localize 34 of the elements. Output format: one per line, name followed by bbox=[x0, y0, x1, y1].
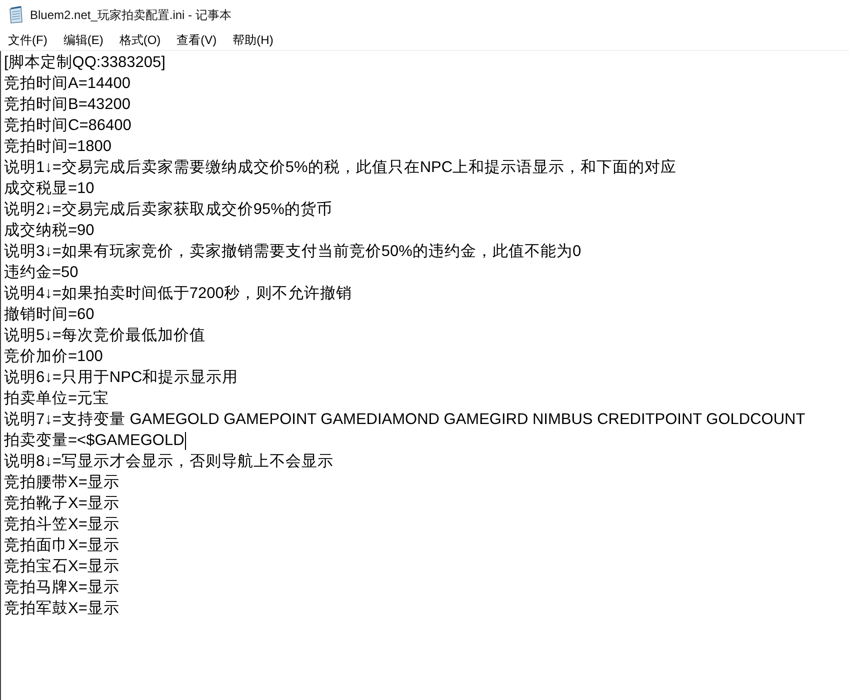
text-line: 拍卖单位=元宝 bbox=[4, 389, 110, 409]
text-line: 说明4↓=如果拍卖时间低于7200秒，则不允许撤销 bbox=[4, 284, 352, 304]
menu-item[interactable]: 文件(F) bbox=[8, 31, 48, 49]
text-line: 竞拍面巾X=显示 bbox=[4, 536, 120, 556]
text-line: 违约金=50 bbox=[4, 263, 78, 283]
text-line: 竞拍腰带X=显示 bbox=[4, 473, 120, 493]
menu-item[interactable]: 格式(O) bbox=[119, 31, 161, 49]
text-line: 撤销时间=60 bbox=[4, 305, 94, 325]
text-line: 竞价加价=100 bbox=[4, 347, 103, 367]
text-line: 说明8↓=写显示才会显示，否则导航上不会显示 bbox=[4, 452, 334, 472]
text-line: 竞拍宝石X=显示 bbox=[4, 557, 120, 577]
text-line: 说明2↓=交易完成后卖家获取成交价95%的货币 bbox=[4, 200, 332, 220]
text-line: 竞拍军鼓X=显示 bbox=[4, 599, 120, 619]
text-line: 说明7↓=支持变量 GAMEGOLD GAMEPOINT GAMEDIAMOND GAMEGIRD NIMBUS CREDITPOINT GOLDCOUNT bbox=[4, 410, 806, 430]
text-line: 竞拍时间A=14400 bbox=[4, 74, 130, 94]
text-line: 竞拍马牌X=显示 bbox=[4, 578, 120, 598]
text-line: 说明1↓=交易完成后卖家需要缴纳成交价5%的税，此值只在NPC上和提示语显示，和下面的对应 bbox=[4, 158, 677, 178]
text-line: 竞拍时间=1800 bbox=[4, 137, 112, 157]
text-line: 成交纳税=90 bbox=[4, 221, 94, 241]
menu-item[interactable]: 帮助(H) bbox=[232, 31, 274, 49]
text-line: 成交税显=10 bbox=[4, 179, 94, 199]
text-line: 拍卖变量=<$GAMEGOLD bbox=[4, 430, 186, 451]
menu-item[interactable]: 查看(V) bbox=[176, 31, 217, 49]
window-title: Bluem2.net_玩家拍卖配置.ini - 记事本 bbox=[30, 6, 232, 24]
text-line: 竞拍时间B=43200 bbox=[4, 95, 130, 115]
text-line: 说明5↓=每次竞价最低加价值 bbox=[4, 326, 206, 346]
text-line: 说明6↓=只用于NPC和提示显示用 bbox=[4, 368, 238, 388]
text-line: 说明3↓=如果有玩家竞价，卖家撤销需要支付当前竞价50%的违约金，此值不能为0 bbox=[4, 242, 582, 262]
text-line: 竞拍斗笠X=显示 bbox=[4, 515, 120, 535]
text-line: 竞拍靴子X=显示 bbox=[4, 494, 120, 514]
menu-item[interactable]: 编辑(E) bbox=[63, 31, 104, 49]
notepad-icon bbox=[8, 6, 24, 24]
text-line: [脚本定制QQ:3383205] bbox=[4, 53, 166, 73]
text-line: 竞拍时间C=86400 bbox=[4, 116, 132, 136]
